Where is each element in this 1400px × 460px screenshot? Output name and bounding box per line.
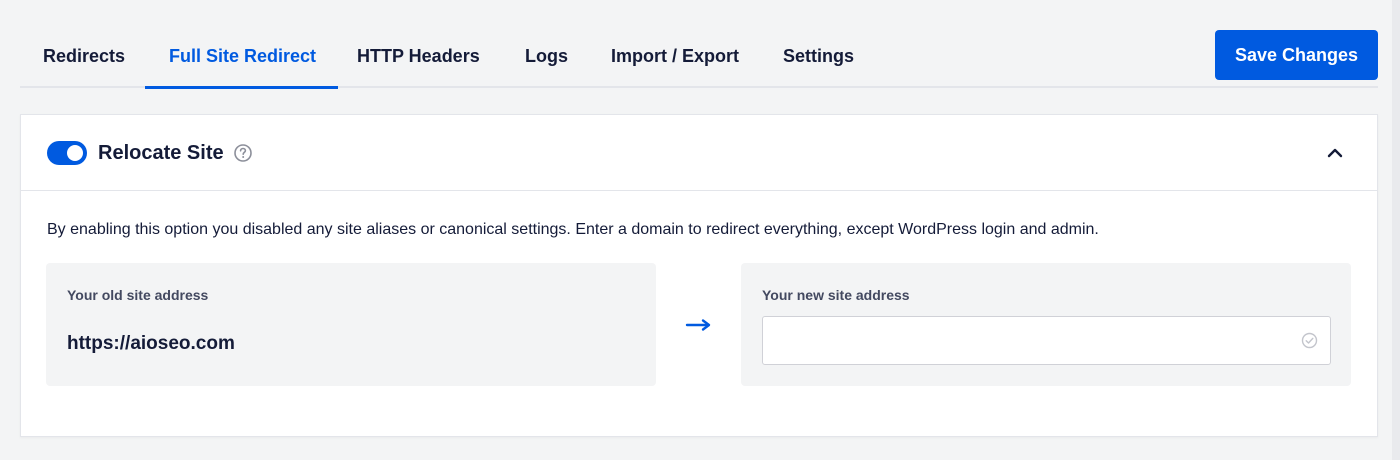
new-address-field-wrapper [762, 316, 1331, 365]
arrow-right-icon [685, 315, 713, 335]
relocate-site-card: Relocate Site By enabling this option yo… [20, 114, 1378, 437]
toggle-knob [67, 145, 83, 161]
old-address-value: https://aioseo.com [67, 333, 235, 354]
page: Redirects Full Site Redirect HTTP Header… [0, 0, 1400, 460]
new-address-panel: Your new site address [741, 263, 1351, 386]
relocate-site-toggle[interactable] [47, 141, 87, 165]
new-address-input[interactable] [763, 317, 1293, 364]
old-address-panel: Your old site address https://aioseo.com [46, 263, 656, 386]
tab-settings[interactable]: Settings [783, 0, 854, 88]
tab-import-export[interactable]: Import / Export [611, 0, 739, 88]
tab-http-headers[interactable]: HTTP Headers [357, 0, 480, 88]
save-changes-button[interactable]: Save Changes [1215, 30, 1378, 80]
card-header: Relocate Site [21, 115, 1377, 191]
check-circle-icon [1301, 332, 1318, 349]
tab-redirects[interactable]: Redirects [43, 0, 125, 88]
tab-logs[interactable]: Logs [525, 0, 568, 88]
tab-bar: Redirects Full Site Redirect HTTP Header… [20, 0, 1378, 89]
new-address-label: Your new site address [762, 287, 910, 303]
relocate-description: By enabling this option you disabled any… [47, 221, 1099, 238]
old-address-label: Your old site address [67, 287, 209, 303]
card-title: Relocate Site [98, 142, 224, 164]
scrollbar-track [1392, 0, 1400, 460]
chevron-up-icon[interactable] [1324, 142, 1346, 164]
tab-full-site-redirect[interactable]: Full Site Redirect [144, 0, 339, 89]
question-circle-icon[interactable] [233, 143, 253, 163]
